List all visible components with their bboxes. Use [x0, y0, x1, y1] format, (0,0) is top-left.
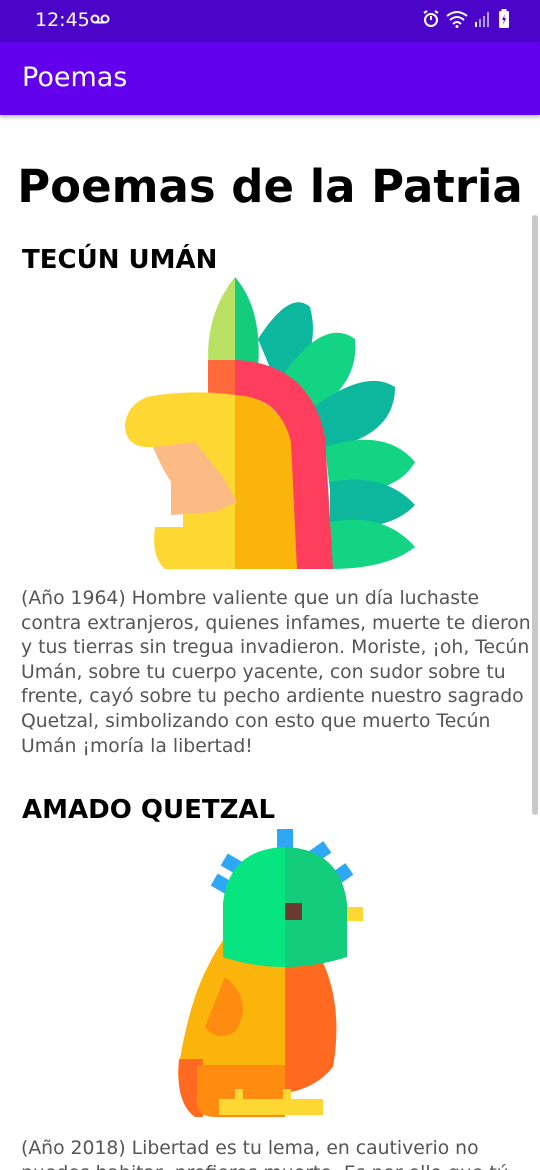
voicemail-icon — [90, 10, 110, 29]
poem-text-amado-quetzal: (Año 2018) Libertad es tu lema, en cauti… — [21, 1138, 509, 1170]
scrollbar[interactable] — [532, 215, 538, 815]
quetzal-bird-icon — [178, 829, 363, 1117]
tecun-uman-headdress-icon — [125, 277, 415, 569]
page-title: Poemas de la Patria — [17, 160, 523, 213]
signal-icon — [474, 10, 492, 32]
poem-text-tecun-uman: (Año 1964) Hombre valiente que un día lu… — [21, 588, 531, 757]
status-bar: 12:45 — [0, 0, 540, 42]
section-title-tecun-uman: TECÚN UMÁN — [22, 245, 218, 275]
wifi-icon — [446, 10, 468, 32]
alarm-icon — [422, 10, 440, 32]
battery-charging-icon — [498, 9, 510, 33]
app-title: Poemas — [22, 62, 128, 93]
scroll-content[interactable]: Poemas de la Patria TECÚN UMÁN (Año 1964… — [0, 115, 540, 1170]
status-time: 12:45 — [35, 9, 90, 31]
section-title-amado-quetzal: AMADO QUETZAL — [22, 795, 276, 825]
app-bar: Poemas — [0, 42, 540, 115]
